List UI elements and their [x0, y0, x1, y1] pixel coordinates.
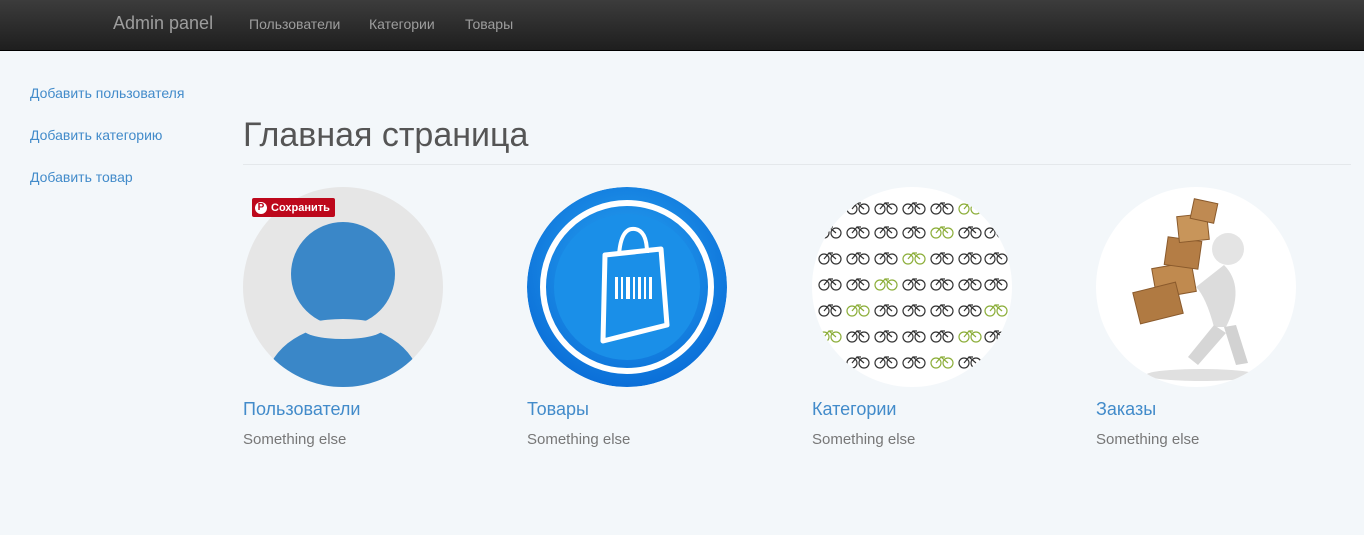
- tile-products: Товары Something else: [527, 187, 797, 448]
- pinterest-icon: P: [255, 201, 267, 214]
- nav-link-users[interactable]: Пользователи: [249, 16, 340, 32]
- pinterest-save-button[interactable]: P Сохранить: [252, 198, 335, 217]
- brand-link[interactable]: Admin panel: [113, 13, 213, 34]
- tile-title-orders[interactable]: Заказы: [1096, 399, 1156, 420]
- title-divider: [243, 164, 1351, 165]
- shopping-bag-icon[interactable]: [527, 187, 727, 387]
- tile-subtitle-categories: Something else: [812, 431, 916, 448]
- tile-title-categories[interactable]: Категории: [812, 399, 896, 420]
- tile-subtitle-orders: Something else: [1096, 431, 1200, 448]
- tile-subtitle-products: Something else: [527, 431, 631, 448]
- tile-subtitle-users: Something else: [243, 431, 347, 448]
- tile-title-products[interactable]: Товары: [527, 399, 589, 420]
- user-avatar-icon[interactable]: [243, 187, 443, 387]
- tile-categories: Категории Something else: [812, 187, 1082, 448]
- page-title: Главная страница: [243, 116, 529, 154]
- tile-users: Пользователи Something else: [243, 187, 513, 448]
- sidebar-item-add-product[interactable]: Добавить товар: [30, 169, 133, 185]
- nav-link-categories[interactable]: Категории: [369, 16, 435, 32]
- person-carrying-boxes-image[interactable]: [1096, 187, 1296, 387]
- pinterest-save-label: Сохранить: [271, 201, 330, 214]
- top-navbar: Admin panel Пользователи Категории Товар…: [0, 0, 1364, 51]
- bicycles-collage-image[interactable]: [812, 187, 1012, 387]
- nav-link-products[interactable]: Товары: [465, 16, 513, 32]
- tile-orders: Заказы Something else: [1096, 187, 1364, 448]
- sidebar-item-add-user[interactable]: Добавить пользователя: [30, 85, 184, 101]
- sidebar-item-add-category[interactable]: Добавить категорию: [30, 127, 162, 143]
- tile-title-users[interactable]: Пользователи: [243, 399, 360, 420]
